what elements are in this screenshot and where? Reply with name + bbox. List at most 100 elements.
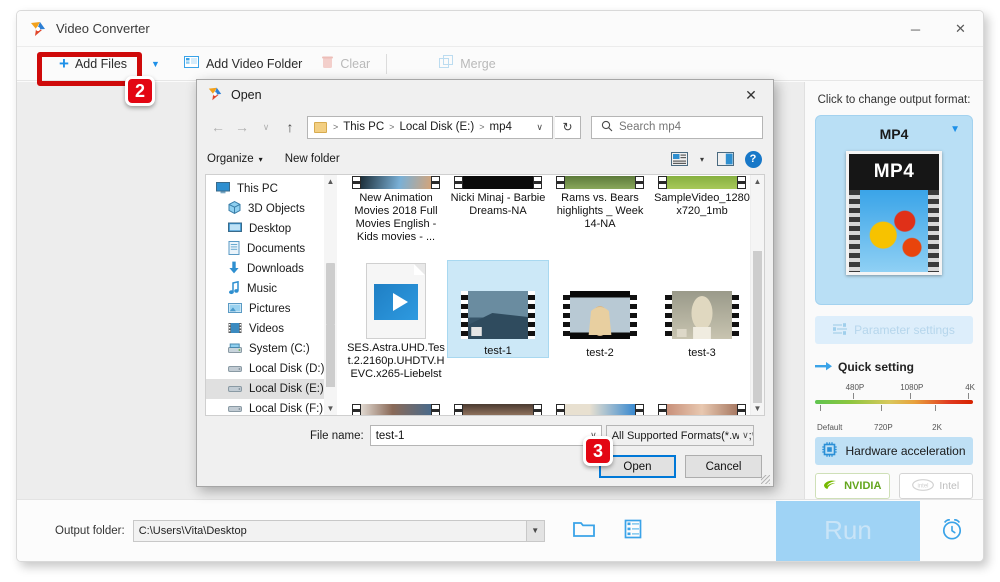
close-button[interactable]: ✕ [938,11,983,47]
nav-item-local-disk-f[interactable]: Local Disk (F:) [206,399,337,415]
nav-item-downloads[interactable]: Downloads [206,259,337,279]
add-files-button[interactable]: + Add Files [55,47,137,81]
file-grid: New Animation Movies 2018 Full Movies En… [337,175,764,415]
nav-pane-scrollbar[interactable]: ▲ ▼ [324,175,337,415]
breadcrumb-local-disk-e[interactable]: Local Disk (E:) [395,121,478,133]
scroll-up-icon[interactable]: ▲ [751,175,764,188]
nav-item-documents[interactable]: Documents [206,239,337,259]
clear-button[interactable]: Clear [312,47,380,81]
scrollbar-thumb-2[interactable] [753,335,762,403]
scrollbar-thumb-2[interactable] [326,325,335,387]
media-info-icon[interactable] [623,519,643,542]
dialog-close-button[interactable]: ✕ [729,80,773,110]
list-item[interactable] [549,401,651,415]
list-item[interactable] [345,401,447,415]
recent-locations-button[interactable]: ∨ [255,116,277,138]
intel-button[interactable]: intel Intel [898,473,973,499]
scroll-up-icon[interactable]: ▲ [324,175,337,188]
nav-item-this-pc[interactable]: This PC [206,179,337,199]
window-controls: ─ ✕ [893,11,983,47]
forward-button[interactable]: → [231,116,253,138]
list-item[interactable]: Rams vs. Bears highlights _ Week 14-NA [549,175,651,248]
file-name: SampleVideo_1280x720_1mb [654,192,750,217]
help-label: ? [744,150,762,168]
desktop-icon [228,222,242,237]
video-thumbnail [658,404,746,415]
list-item[interactable]: test-3 [651,260,753,385]
breadcrumb-sep-2: > [479,122,485,132]
slider-track[interactable] [815,400,973,404]
breadcrumb-dropdown-caret-icon[interactable]: ∨ [527,122,552,133]
format-dropdown-caret-icon[interactable]: ▼ [950,124,960,135]
run-button[interactable]: Run [776,500,920,561]
open-folder-icon[interactable] [572,520,595,541]
back-button[interactable]: ← [207,116,229,138]
slider-tick-default: Default [817,423,843,432]
preview-pane-button[interactable] [713,148,737,170]
list-item-selected[interactable]: test-1 [447,260,549,358]
parameter-settings-button[interactable]: Parameter settings [815,316,973,344]
list-item[interactable]: Nicki Minaj - Barbie Dreams-NA [447,175,549,248]
file-type-value: All Supported Formats(*.wtv;*.c [611,429,754,442]
scroll-down-icon[interactable]: ▼ [324,402,337,415]
video-thumbnail [454,404,542,415]
scrollbar-thumb[interactable] [753,251,762,335]
dialog-buttons: Open Cancel [207,455,763,478]
nav-item-local-disk-d[interactable]: Local Disk (D:) [206,359,337,379]
slider-mark-4k [968,393,970,399]
list-item[interactable] [651,401,753,415]
file-name-input[interactable]: test-1 ∨ [369,425,602,446]
organize-button[interactable]: Organize ▾ [207,153,263,165]
output-folder-input[interactable]: C:\Users\Vita\Desktop ▼ [132,519,545,542]
add-video-folder-button[interactable]: Add Video Folder [174,47,312,81]
refresh-button[interactable]: ↻ [555,115,581,139]
nav-item-music[interactable]: Music [206,279,337,299]
nav-item-videos[interactable]: Videos [206,319,337,339]
scrollbar-thumb[interactable] [326,263,335,325]
add-files-dropdown-caret-icon[interactable]: ▼ [137,59,174,69]
breadcrumb-this-pc[interactable]: This PC [339,121,388,133]
search-input[interactable]: Search mp4 [591,115,763,139]
cancel-button[interactable]: Cancel [685,455,762,478]
file-list-pane[interactable]: New Animation Movies 2018 Full Movies En… [337,175,764,415]
sliders-icon [833,322,848,338]
file-list-scrollbar[interactable]: ▲ ▼ [750,175,764,415]
main-toolbar: + Add Files ▼ Add Video Folder Clear Mer… [17,47,983,81]
video-thumbnail [454,176,542,189]
nav-item-local-disk-e[interactable]: Local Disk (E:) [206,379,337,399]
slider-mark-default [819,405,821,411]
help-button[interactable]: ? [741,148,765,170]
merge-button[interactable]: Merge [429,47,505,81]
list-item[interactable]: test-2 [549,260,651,385]
nav-item-system-c[interactable]: System (C:) [206,339,337,359]
change-view-button[interactable] [667,148,691,170]
video-thumbnail [665,291,739,339]
file-name: test-3 [688,347,716,359]
quality-slider[interactable]: 480P 1080P 4K Default 720P 2K [815,383,975,432]
list-item[interactable]: SampleVideo_1280x720_1mb [651,175,753,248]
file-type-dropdown-caret-icon[interactable]: ∨ [739,430,749,441]
nav-item-pictures[interactable]: Pictures [206,299,337,319]
output-folder-dropdown-caret-icon[interactable]: ▼ [525,520,544,541]
breadcrumb-mp4[interactable]: mp4 [485,121,515,133]
resize-grip[interactable] [761,475,770,484]
list-item[interactable] [447,401,549,415]
nvidia-button[interactable]: NVIDIA [815,473,890,499]
schedule-alarm-button[interactable] [920,501,983,561]
nav-item-desktop[interactable]: Desktop [206,219,337,239]
nav-item-3d-objects[interactable]: 3D Objects [206,199,337,219]
output-format-card[interactable]: MP4 ▼ MP4 [815,115,973,305]
minimize-button[interactable]: ─ [893,11,938,47]
list-item[interactable]: SES.Astra.UHD.Test.2.2160p.UHDTV.HEVC.x2… [345,260,447,385]
new-folder-button[interactable]: New folder [285,153,340,165]
nav-label: Documents [247,243,306,255]
quick-setting-icon [815,360,832,374]
view-dropdown-caret-icon[interactable]: ▾ [695,148,709,170]
breadcrumb[interactable]: > This PC > Local Disk (E:) > mp4 ∨ [307,115,553,139]
list-item[interactable]: New Animation Movies 2018 Full Movies En… [345,175,447,248]
scroll-down-icon[interactable]: ▼ [751,402,764,415]
up-button[interactable]: ↑ [279,116,301,138]
output-format-hint: Click to change output format: [817,94,971,106]
file-type-dropdown[interactable]: All Supported Formats(*.wtv;*.c ∨ [605,425,754,446]
hardware-acceleration-button[interactable]: Hardware acceleration [815,437,973,465]
